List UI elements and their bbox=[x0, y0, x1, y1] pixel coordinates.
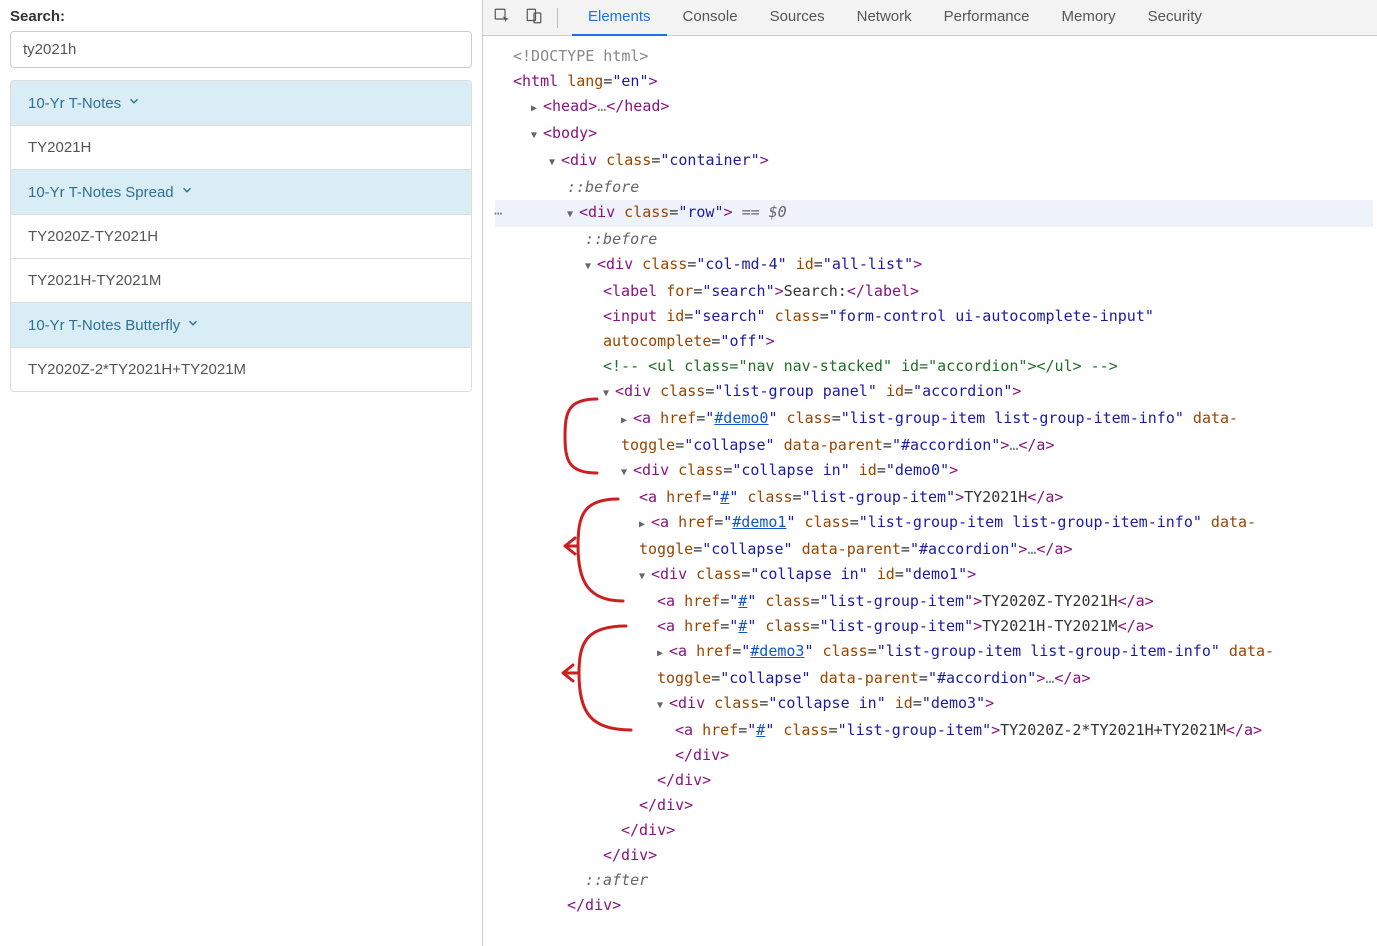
tab-security[interactable]: Security bbox=[1132, 0, 1218, 36]
dom-line[interactable]: ▶<head>…</head> bbox=[495, 94, 1373, 121]
tab-performance[interactable]: Performance bbox=[928, 0, 1046, 36]
dom-line[interactable]: toggle="collapse" data-parent="#accordio… bbox=[495, 537, 1373, 562]
group-header-label: 10-Yr T-Notes Butterfly bbox=[28, 317, 180, 334]
dom-line[interactable]: ▼<div class="container"> bbox=[495, 148, 1373, 175]
list-item[interactable]: TY2021H bbox=[11, 126, 471, 170]
group-header-spread[interactable]: 10-Yr T-Notes Spread bbox=[11, 170, 471, 215]
dom-line[interactable]: <a href="#" class="list-group-item">TY20… bbox=[495, 614, 1373, 639]
group-header-tnotes[interactable]: 10-Yr T-Notes bbox=[11, 81, 471, 126]
dom-line[interactable]: toggle="collapse" data-parent="#accordio… bbox=[495, 433, 1373, 458]
dom-line[interactable]: ▼<div class="collapse in" id="demo0"> bbox=[495, 458, 1373, 485]
group-header-label: 10-Yr T-Notes bbox=[28, 95, 121, 112]
dom-line[interactable]: ▼<div class="collapse in" id="demo1"> bbox=[495, 562, 1373, 589]
chevron-down-icon bbox=[180, 183, 194, 201]
dom-line[interactable]: ::before bbox=[495, 227, 1373, 252]
dom-line[interactable]: </div> bbox=[495, 843, 1373, 868]
accordion: 10-Yr T-Notes TY2021H 10-Yr T-Notes Spre… bbox=[10, 80, 472, 392]
dom-line[interactable]: </div> bbox=[495, 893, 1373, 918]
tab-memory[interactable]: Memory bbox=[1046, 0, 1132, 36]
dom-line[interactable]: <label for="search">Search:</label> bbox=[495, 279, 1373, 304]
devtools-panel: Elements Console Sources Network Perform… bbox=[482, 0, 1377, 946]
dom-line[interactable]: </div> bbox=[495, 818, 1373, 843]
toolbar-divider bbox=[557, 8, 558, 28]
dom-line[interactable]: ▶<a href="#demo3" class="list-group-item… bbox=[495, 639, 1373, 666]
devtools-tabs: Elements Console Sources Network Perform… bbox=[572, 0, 1218, 36]
tab-network[interactable]: Network bbox=[841, 0, 928, 36]
dom-line[interactable]: ▼<body> bbox=[495, 121, 1373, 148]
list-item[interactable]: TY2021H-TY2021M bbox=[11, 259, 471, 303]
device-toggle-icon[interactable] bbox=[525, 7, 543, 28]
dom-line-selected[interactable]: ▼<div class="row"> == $0 bbox=[495, 200, 1373, 227]
list-item[interactable]: TY2020Z-2*TY2021H+TY2021M bbox=[11, 348, 471, 391]
dom-line[interactable]: ▶<a href="#demo0" class="list-group-item… bbox=[495, 406, 1373, 433]
dom-line[interactable]: toggle="collapse" data-parent="#accordio… bbox=[495, 666, 1373, 691]
tab-sources[interactable]: Sources bbox=[754, 0, 841, 36]
dom-line[interactable]: ::before bbox=[495, 175, 1373, 200]
app-panel: Search: 10-Yr T-Notes TY2021H 10-Yr T-No… bbox=[0, 0, 482, 946]
dom-line[interactable]: autocomplete="off"> bbox=[495, 329, 1373, 354]
dom-line[interactable]: <!DOCTYPE html> bbox=[495, 44, 1373, 69]
dom-line[interactable]: ::after bbox=[495, 868, 1373, 893]
devtools-toolbar: Elements Console Sources Network Perform… bbox=[483, 0, 1377, 36]
dom-line[interactable]: <!-- <ul class="nav nav-stacked" id="acc… bbox=[495, 354, 1373, 379]
tab-console[interactable]: Console bbox=[667, 0, 754, 36]
group-header-butterfly[interactable]: 10-Yr T-Notes Butterfly bbox=[11, 303, 471, 348]
dom-line[interactable]: <input id="search" class="form-control u… bbox=[495, 304, 1373, 329]
chevron-down-icon bbox=[186, 316, 200, 334]
dom-line[interactable]: ▶<a href="#demo1" class="list-group-item… bbox=[495, 510, 1373, 537]
dom-line[interactable]: ▼<div class="collapse in" id="demo3"> bbox=[495, 691, 1373, 718]
dom-line[interactable]: </div> bbox=[495, 793, 1373, 818]
dom-line[interactable]: <a href="#" class="list-group-item">TY20… bbox=[495, 589, 1373, 614]
dom-tree[interactable]: <!DOCTYPE html> <html lang="en"> ▶<head>… bbox=[483, 36, 1377, 946]
dom-line[interactable]: </div> bbox=[495, 743, 1373, 768]
dom-line[interactable]: <a href="#" class="list-group-item">TY20… bbox=[495, 718, 1373, 743]
dom-line[interactable]: </div> bbox=[495, 768, 1373, 793]
chevron-down-icon bbox=[127, 94, 141, 112]
dom-line[interactable]: ▼<div class="col-md-4" id="all-list"> bbox=[495, 252, 1373, 279]
group-header-label: 10-Yr T-Notes Spread bbox=[28, 184, 174, 201]
list-item[interactable]: TY2020Z-TY2021H bbox=[11, 215, 471, 259]
search-input[interactable] bbox=[10, 31, 472, 68]
dom-line[interactable]: <html lang="en"> bbox=[495, 69, 1373, 94]
dom-line[interactable]: ▼<div class="list-group panel" id="accor… bbox=[495, 379, 1373, 406]
tab-elements[interactable]: Elements bbox=[572, 0, 667, 36]
dom-line[interactable]: <a href="#" class="list-group-item">TY20… bbox=[495, 485, 1373, 510]
search-label: Search: bbox=[10, 8, 472, 25]
inspect-icon[interactable] bbox=[493, 7, 511, 28]
